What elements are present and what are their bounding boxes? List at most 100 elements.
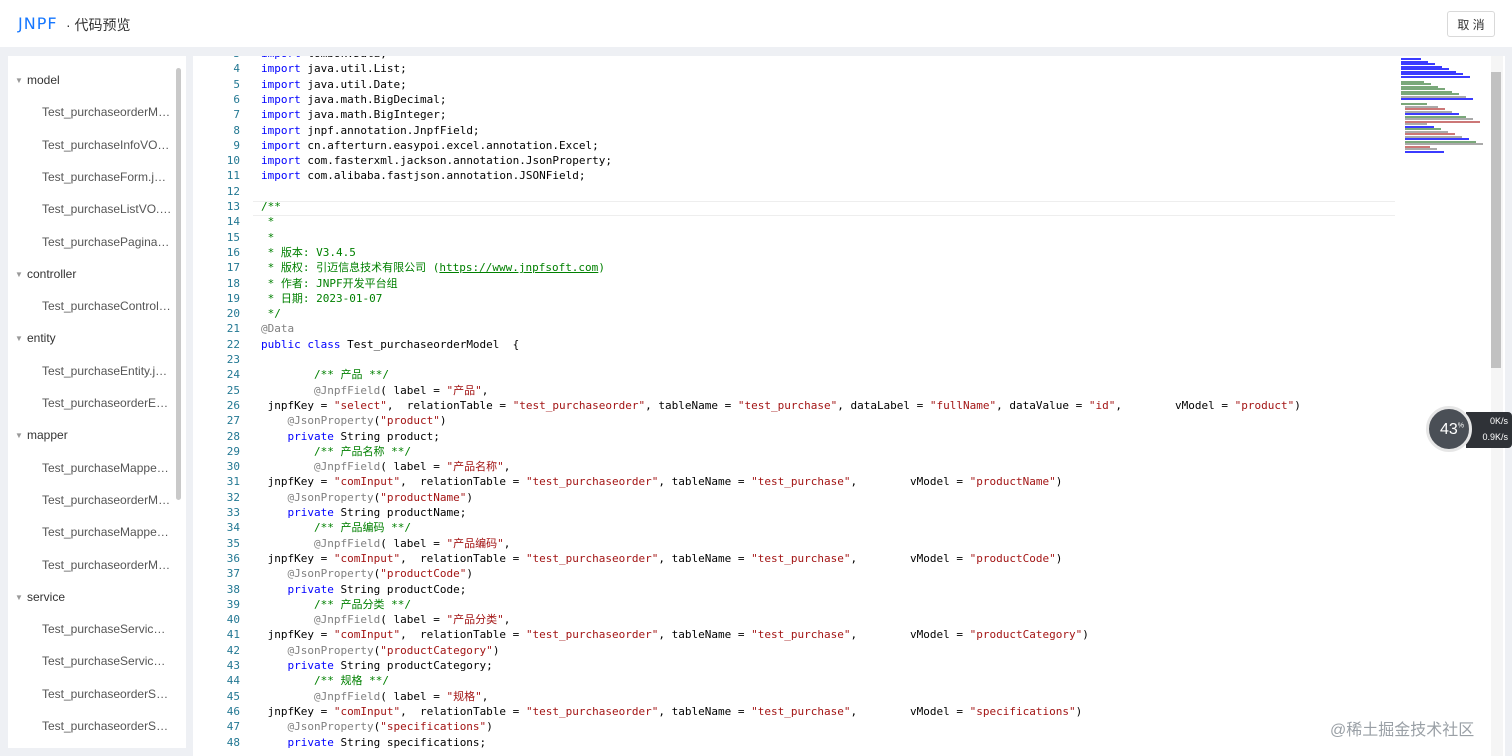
line-number: 7 [233, 108, 240, 122]
file-item[interactable]: Test_purchaseorderEnti... [42, 396, 172, 416]
editor-scrollbar-thumb[interactable] [1491, 72, 1501, 368]
page-title: · 代码预览 [66, 17, 131, 33]
line-number: 20 [226, 307, 240, 321]
line-text: private String product; [261, 429, 440, 443]
line-text: * [261, 230, 275, 244]
line-number: 10 [226, 154, 240, 168]
line-text: /** 产品分类 **/ [261, 597, 411, 611]
line-text: * [261, 215, 275, 229]
line-number: 8 [233, 123, 240, 137]
line-number: 17 [226, 261, 240, 275]
line-text: jnpfKey = "comInput", relationTable = "t… [261, 628, 1089, 642]
current-line-highlight [253, 201, 1395, 216]
line-number: 16 [226, 245, 240, 259]
line-text: import jnpf.annotation.JnpfField; [261, 123, 480, 137]
file-item[interactable]: Test_purchaseInfoVO.j... [42, 138, 172, 158]
minimap-line [1405, 150, 1444, 153]
download-speed: 0.9K/s [1482, 432, 1508, 442]
performance-widget[interactable]: 43% [1426, 406, 1472, 452]
line-number: 11 [226, 169, 240, 183]
header-bar: JNPF · 代码预览 取 消 [0, 0, 1512, 47]
caret-down-icon: ▼ [15, 431, 23, 441]
line-text: @JnpfField( label = "产品", [261, 383, 489, 397]
line-text: import cn.afterturn.easypoi.excel.annota… [261, 138, 599, 152]
line-text: * 作者: JNPF开发平台组 [261, 276, 398, 290]
line-number: 46 [226, 704, 240, 718]
line-text: jnpfKey = "select", relationTable = "tes… [261, 398, 1301, 412]
sidebar-scrollbar[interactable] [176, 68, 181, 500]
line-number: 38 [226, 582, 240, 596]
folder-label: model [27, 73, 60, 87]
line-text: @JsonProperty("productCategory") [261, 643, 500, 657]
line-number: 5 [233, 77, 240, 91]
file-item[interactable]: Test_purchaseorderMo... [42, 105, 172, 125]
folder-label: service [27, 589, 66, 604]
line-text: /** 产品名称 **/ [261, 444, 411, 458]
line-number: 6 [233, 92, 240, 106]
file-item[interactable]: Test_purchaseServiceI... [42, 654, 172, 674]
line-text: * 日期: 2023-01-07 [261, 291, 383, 305]
caret-down-icon: ▼ [15, 269, 23, 279]
line-text: private String productCode; [261, 582, 467, 596]
line-number: 45 [226, 689, 240, 703]
file-item[interactable]: Test_purchaseMapper.j... [42, 461, 172, 481]
line-number: 34 [226, 521, 240, 535]
line-number: 19 [226, 291, 240, 305]
file-item[interactable]: Test_purchaseorderSer... [42, 687, 172, 707]
line-text: import com.fasterxml.jackson.annotation.… [261, 154, 613, 168]
line-text: @JnpfField( label = "产品编码", [261, 536, 511, 550]
line-number: 30 [226, 460, 240, 474]
line-text: * 版本: V3.4.5 [261, 245, 356, 259]
line-number: 32 [226, 490, 240, 504]
file-item[interactable]: Test_purchaseEntity.java [42, 364, 172, 384]
line-number: 14 [226, 215, 240, 229]
file-item[interactable]: Test_purchaseMapper.... [42, 525, 172, 545]
line-number: 47 [226, 720, 240, 734]
line-number: 23 [226, 353, 240, 366]
line-text: @JsonProperty("product") [261, 414, 447, 428]
perf-percent: 43 [1439, 421, 1458, 438]
file-item[interactable]: Test_purchaseorderSer... [42, 719, 172, 739]
line-text: import java.util.Date; [261, 77, 407, 91]
line-text: public class Test_purchaseorderModel { [261, 337, 520, 351]
cancel-button[interactable]: 取 消 [1447, 11, 1495, 37]
line-number: 22 [226, 337, 240, 351]
watermark: @稀土掘金技术社区 [1330, 722, 1475, 739]
file-item[interactable]: Test_purchaseListVO.ja... [42, 202, 172, 222]
file-item[interactable]: Test_purchaseorderMa... [42, 558, 172, 578]
line-number: 43 [226, 659, 240, 672]
line-text: @Data [261, 322, 295, 336]
line-text: @JnpfField( label = "产品名称", [261, 460, 511, 474]
line-number: 37 [226, 567, 240, 581]
line-number: 39 [226, 597, 240, 611]
folder-label: entity [27, 331, 56, 346]
line-text: private String productName; [261, 506, 467, 519]
folder-label: controller [27, 266, 77, 281]
code-editor[interactable]: 3 import lombok.Data; 4 import java.util.Li… [193, 56, 1505, 756]
code-minimap[interactable] [1401, 58, 1491, 158]
line-number: 36 [226, 551, 240, 565]
file-item[interactable]: Test_purchaseForm.java [42, 170, 172, 190]
line-number: 27 [226, 414, 240, 428]
line-text: import java.math.BigInteger; [261, 108, 447, 122]
line-text: jnpfKey = "comInput", relationTable = "t… [261, 704, 1083, 718]
line-number: 21 [226, 322, 240, 336]
line-number: 35 [226, 536, 240, 550]
file-item[interactable]: Test_purchasePaginati... [42, 235, 172, 255]
line-number: 28 [226, 429, 240, 443]
upload-speed: 0K/s [1489, 416, 1508, 426]
caret-down-icon: ▼ [15, 334, 23, 344]
line-number: 15 [226, 230, 240, 244]
file-item[interactable]: Test_purchaseService.j... [42, 622, 172, 642]
line-text: import lombok.Data; [261, 56, 387, 61]
line-text: @JsonProperty("specifications") [261, 720, 493, 734]
file-item[interactable]: Test_purchaseorderMa... [42, 493, 172, 513]
line-text: /** 产品编码 **/ [261, 521, 411, 535]
file-item[interactable]: Test_purchaseControlle... [42, 299, 172, 319]
line-number: 31 [226, 475, 240, 489]
line-number: 44 [226, 674, 240, 688]
line-number: 4 [233, 62, 240, 76]
line-text: /** 规格 **/ [261, 674, 389, 688]
caret-down-icon: ▼ [15, 76, 23, 85]
line-text: * 版权: 引迈信息技术有限公司 (https://www.jnpfsoft.c… [261, 261, 605, 275]
